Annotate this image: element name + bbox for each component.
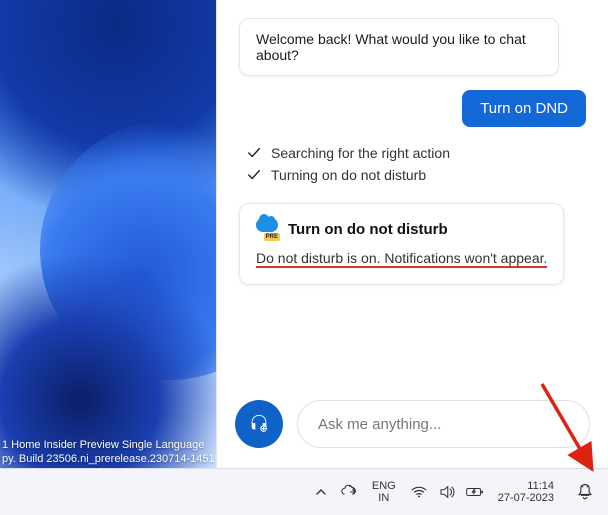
notification-center-button[interactable] — [568, 475, 602, 509]
clock[interactable]: 11:14 27-07-2023 — [494, 480, 558, 504]
insider-watermark: 1 Home Insider Preview Single Language p… — [2, 438, 215, 466]
chevron-up-icon[interactable] — [312, 483, 330, 501]
watermark-line: py. Build 23506.ni_prerelease.230714-145… — [2, 452, 215, 466]
check-icon — [247, 146, 261, 160]
dnd-bell-icon — [575, 482, 595, 502]
headset-icon — [248, 413, 270, 435]
date: 27-07-2023 — [498, 492, 554, 504]
wifi-icon[interactable] — [410, 483, 428, 501]
chat-input-placeholder: Ask me anything... — [318, 416, 441, 433]
action-result-card: PRE Turn on do not disturb Do not distur… — [239, 203, 564, 285]
battery-icon[interactable] — [466, 483, 484, 501]
chat-input[interactable]: Ask me anything... — [297, 400, 590, 448]
time: 11:14 — [498, 480, 554, 492]
volume-icon[interactable] — [438, 483, 456, 501]
pre-badge: PRE — [264, 233, 280, 241]
action-text: Turning on do not disturb — [271, 167, 426, 183]
action-row: Turning on do not disturb — [247, 167, 586, 183]
action-log: Searching for the right action Turning o… — [239, 141, 586, 183]
card-title: Turn on do not disturb — [288, 221, 448, 238]
bot-message: Welcome back! What would you like to cha… — [239, 18, 559, 76]
voice-button[interactable] — [235, 400, 283, 448]
copilot-panel: Welcome back! What would you like to cha… — [216, 0, 608, 468]
composer: Ask me anything... — [217, 398, 608, 468]
action-row: Searching for the right action — [247, 145, 586, 161]
action-text: Searching for the right action — [271, 145, 450, 161]
user-message: Turn on DND — [462, 90, 586, 127]
language-indicator[interactable]: ENG IN — [368, 480, 400, 504]
lang-bottom: IN — [372, 492, 396, 504]
card-body: Do not disturb is on. Notifications won'… — [256, 250, 547, 268]
lang-top: ENG — [372, 480, 396, 492]
bot-message-text: Welcome back! What would you like to cha… — [256, 31, 526, 63]
settings-app-icon: PRE — [256, 218, 278, 240]
taskbar: ENG IN 11:14 27-07-2023 — [0, 468, 608, 515]
onedrive-tray-icon[interactable] — [340, 483, 358, 501]
check-icon — [247, 168, 261, 182]
desktop-wallpaper: 1 Home Insider Preview Single Language p… — [0, 0, 216, 468]
watermark-line: 1 Home Insider Preview Single Language — [2, 438, 215, 452]
user-message-text: Turn on DND — [480, 100, 568, 117]
